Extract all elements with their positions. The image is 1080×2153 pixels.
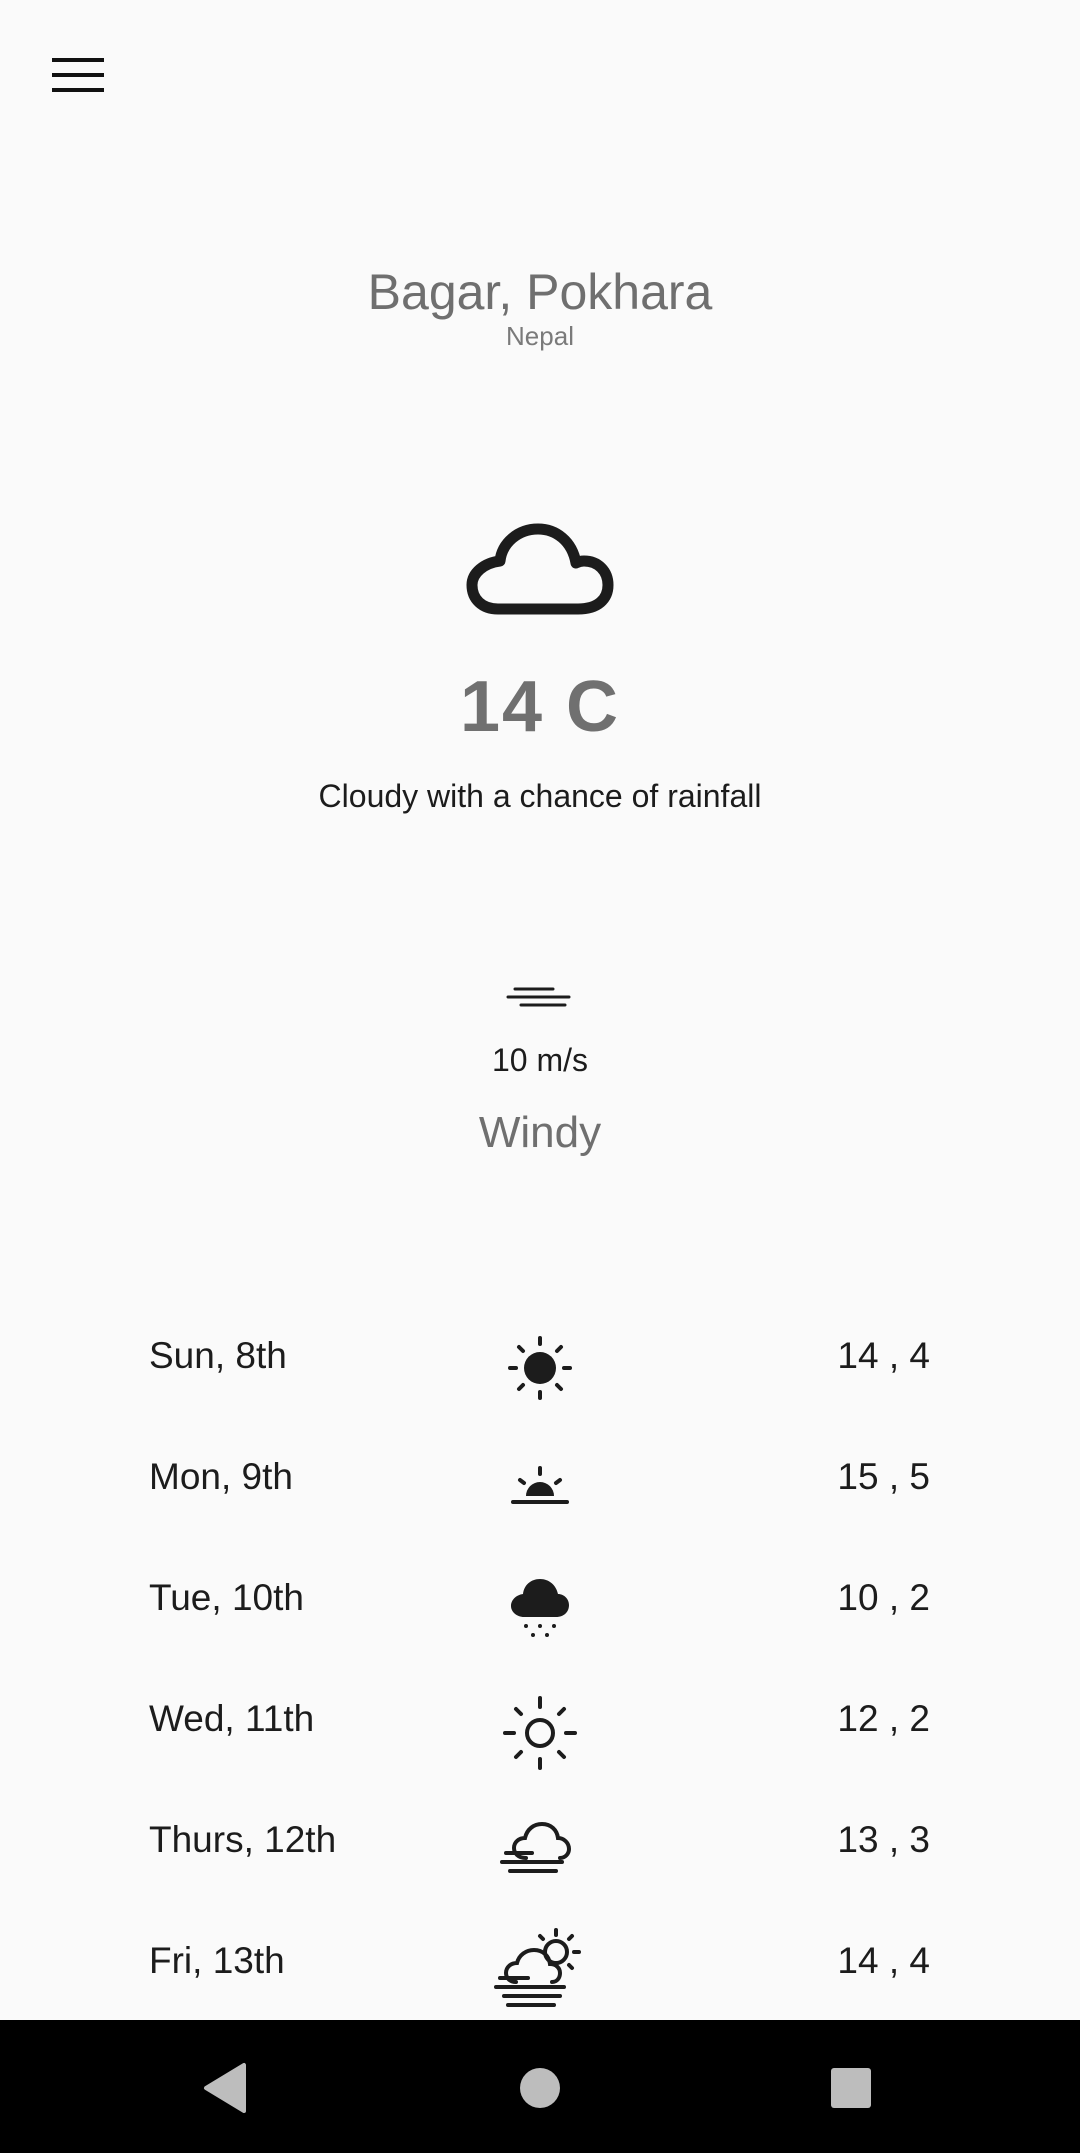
forecast-day: Wed, 11th xyxy=(149,1698,315,1739)
forecast-row: Thurs, 12th 13 , 3 xyxy=(0,1791,1080,1912)
forecast-temps: 15 , 5 xyxy=(837,1456,930,1497)
forecast-day: Fri, 13th xyxy=(149,1940,285,1981)
partly-cloudy-fog-icon xyxy=(494,1928,581,2007)
home-circle-icon xyxy=(520,2068,560,2108)
menu-button[interactable] xyxy=(38,50,118,100)
forecast-row: Wed, 11th 12 , 2 xyxy=(0,1670,1080,1791)
wind-speed: 10 m/s xyxy=(491,1042,589,1078)
forecast-temps: 12 , 2 xyxy=(837,1698,930,1739)
forecast-row: Tue, 10th 10 , 2 xyxy=(0,1549,1080,1670)
sun-filled-icon xyxy=(508,1336,572,1400)
wind-condition: Windy xyxy=(478,1108,602,1157)
country-name: Nepal xyxy=(506,321,574,351)
cloud-snow-icon xyxy=(511,1579,569,1637)
forecast-temps: 14 , 4 xyxy=(837,1335,930,1376)
forecast-list: Sun, 8th 14 , 4 Mon, 9th 15 , 5 Tue, 10t… xyxy=(0,1307,1080,2020)
back-triangle-icon xyxy=(204,2063,246,2113)
forecast-day: Thurs, 12th xyxy=(149,1819,337,1860)
forecast-temps: 10 , 2 xyxy=(837,1577,930,1618)
location-header: Bagar, Pokhara Nepal xyxy=(0,262,1080,352)
weather-description: Cloudy with a chance of rainfall xyxy=(318,778,762,814)
current-temperature: 14 C xyxy=(459,667,621,747)
home-button[interactable] xyxy=(505,2053,575,2123)
forecast-temps: 14 , 4 xyxy=(837,1940,930,1981)
sun-outline-icon xyxy=(503,1696,577,1770)
cloud-fog-icon xyxy=(500,1821,572,1873)
cloud-icon xyxy=(466,523,614,615)
weather-screen: Bagar, Pokhara Nepal 14 C Cloudy with a … xyxy=(0,0,1080,2153)
forecast-row: Fri, 13th 14 , 4 xyxy=(0,1912,1080,2020)
city-name: Bagar, Pokhara xyxy=(367,264,713,320)
forecast-temps: 13 , 3 xyxy=(837,1819,930,1860)
recents-square-icon xyxy=(831,2068,871,2108)
wind-icon xyxy=(506,987,571,1007)
forecast-row: Sun, 8th 14 , 4 xyxy=(0,1307,1080,1428)
recents-button[interactable] xyxy=(816,2053,886,2123)
back-button[interactable] xyxy=(190,2053,260,2123)
hamburger-menu-icon xyxy=(52,58,104,92)
system-navigation-bar xyxy=(0,2020,1080,2153)
forecast-row: Mon, 9th 15 , 5 xyxy=(0,1428,1080,1549)
sunrise-icon xyxy=(511,1466,569,1504)
forecast-day: Mon, 9th xyxy=(149,1456,293,1497)
forecast-day: Tue, 10th xyxy=(149,1577,304,1618)
forecast-day: Sun, 8th xyxy=(149,1335,287,1376)
